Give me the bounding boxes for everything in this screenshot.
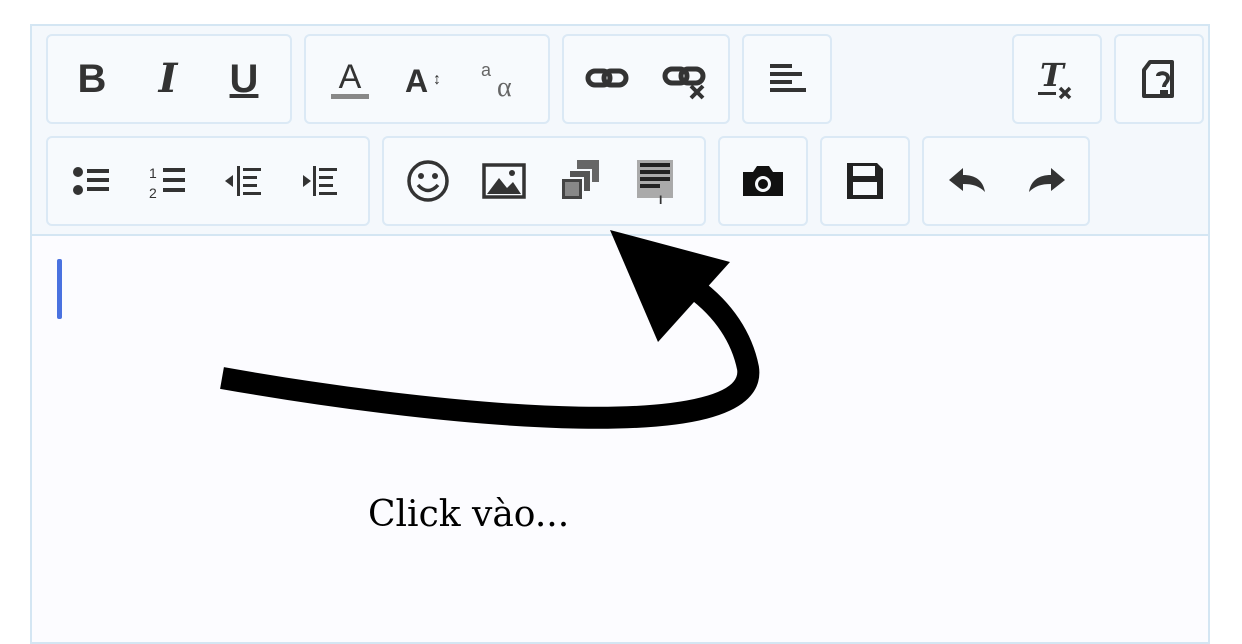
annotation-arrow — [220, 230, 760, 429]
